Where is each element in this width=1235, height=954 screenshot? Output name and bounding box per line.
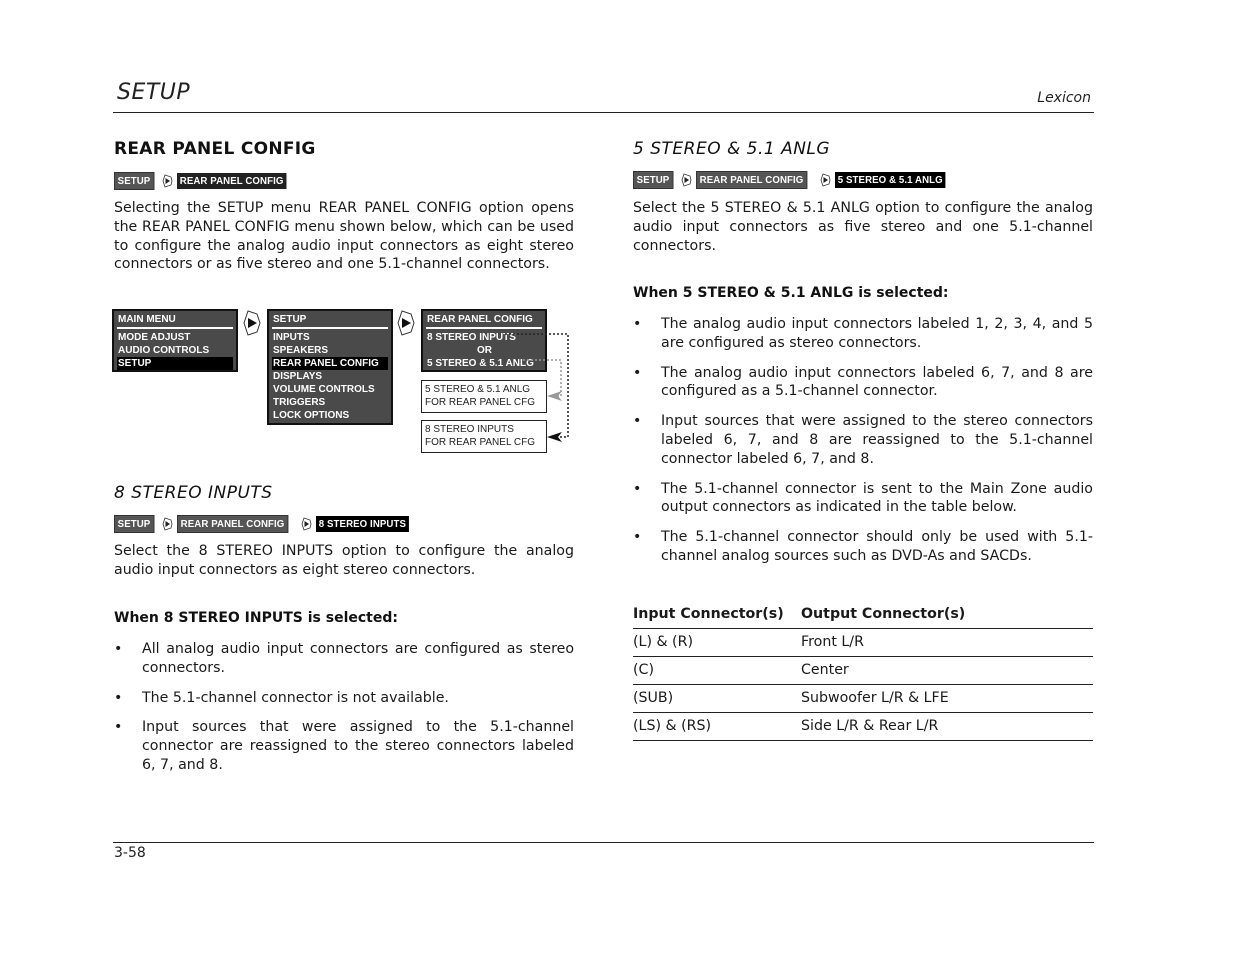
arrow-right-icon [681,173,691,187]
main-menu-screen: MAIN MENU MODE ADJUST AUDIO CONTROLS SET… [112,309,238,372]
menu-item-audio-controls: AUDIO CONTROLS [118,345,210,356]
arrowhead-icon [547,391,562,401]
breadcrumb-chip-8-stereo-inputs: 8 STEREO INPUTS [316,516,410,532]
arrow-right-icon [162,174,172,188]
table-cell-output: Subwoofer L/R & LFE [801,684,1093,713]
menu-item-displays: DISPLAYS [273,371,323,382]
menu-title-rule [272,327,388,329]
setup-menu-screen: SETUP INPUTS SPEAKERS REAR PANEL CONFIG … [267,309,393,425]
select-arrow-icon [243,310,261,336]
breadcrumb-chip-rear-panel-config: REAR PANEL CONFIG [176,515,288,533]
list-item-text: Input sources that were assigned to the … [661,413,1093,467]
main-menu-title: MAIN MENU [118,314,176,325]
breadcrumb-chip-5-stereo-5-1-anlg: 5 STEREO & 5.1 ANLG [835,172,946,188]
list-item: • All analog audio input connectors are c… [114,640,574,678]
breadcrumb-chip-rear-panel-config: REAR PANEL CONFIG [176,173,286,189]
breadcrumb-rear-panel: SETUP REAR PANEL CONFIG [114,172,295,190]
bullet-icon: • [114,719,123,736]
connector-5-stereo [523,359,562,397]
eight-stereo-subheading: When 8 STEREO INPUTS is selected: [114,610,398,626]
five-stereo-description: Select the 5 STEREO & 5.1 ANLG option to… [633,200,1093,254]
list-item: • The analog audio input connectors label… [633,364,1093,402]
list-item: • The analog audio input connectors label… [633,315,1093,353]
breadcrumb-8-stereo: SETUP REAR PANEL CONFIG 8 STEREO INPUTS [114,515,417,533]
bullet-icon: • [114,689,123,706]
menu-item-speakers: SPEAKERS [273,345,329,356]
list-item-text: The 5.1-channel connector is sent to the… [661,480,1093,516]
breadcrumb-chip-setup: SETUP [114,515,155,533]
list-item: • The 5.1-channel connector is sent to th… [633,480,1093,518]
list-item-text: The analog audio input connectors labele… [661,364,1093,400]
page-section-title: SETUP [117,80,191,105]
flow-connectors [505,333,569,442]
column-header-input: Input Connector(s) [633,606,801,629]
menu-item-inputs: INPUTS [273,332,310,343]
list-item-text: The 5.1-channel connector is not availab… [142,689,449,706]
table-row: (SUB) Subwoofer L/R & LFE [633,684,1093,713]
page-number: 3-58 [114,845,146,861]
arrow-right-icon [301,517,312,531]
breadcrumb-chip-setup: SETUP [114,172,155,190]
setup-menu-title: SETUP [273,314,307,325]
list-item: • The 5.1-channel connector is not availa… [114,689,574,708]
bullet-icon: • [633,480,642,497]
list-item: • The 5.1-channel connector should only b… [633,528,1093,566]
table-row: (L) & (R) Front L/R [633,628,1093,657]
header-divider [113,112,1094,113]
table-cell-input: (LS) & (RS) [633,712,801,741]
breadcrumb-5-stereo: SETUP REAR PANEL CONFIG 5 STEREO & 5.1 A… [633,171,955,189]
connector-8-stereo [505,333,569,438]
menu-item-rear-panel-config-selected: REAR PANEL CONFIG [272,357,388,370]
list-item-text: The 5.1-channel connector should only be… [661,529,1093,564]
table-cell-input: (L) & (R) [633,628,801,657]
select-arrow-icon [397,310,415,336]
list-item: • Input sources that were assigned to the… [114,718,574,774]
table-row: (C) Center [633,656,1093,685]
bullet-icon: • [633,364,642,381]
breadcrumb-chip-rear-panel-config: REAR PANEL CONFIG [695,171,807,189]
five-stereo-heading: 5 STEREO & 5.1 ANLG [633,139,831,159]
rear-panel-config-heading: REAR PANEL CONFIG [114,139,316,159]
menu-item-volume-controls: VOLUME CONTROLS [273,384,375,395]
eight-stereo-bullet-list: • All analog audio input connectors are c… [114,640,574,786]
footer-divider [113,842,1094,843]
list-item-text: Input sources that were assigned to the … [142,719,574,773]
arrow-right-icon [162,517,172,531]
bullet-icon: • [633,529,642,546]
menu-item-mode-adjust: MODE ADJUST [118,332,191,343]
table-cell-input: (SUB) [633,684,801,713]
connector-mapping-table: Input Connector(s) Output Connector(s) (… [633,606,1093,741]
list-item: • Input sources that were assigned to the… [633,412,1093,468]
table-row: (LS) & (RS) Side L/R & Rear L/R [633,712,1093,741]
table-header-row: Input Connector(s) Output Connector(s) [633,606,1093,629]
menu-item-triggers: TRIGGERS [273,397,326,408]
list-item-text: The analog audio input connectors labele… [661,316,1093,351]
table-cell-output: Side L/R & Rear L/R [801,712,1093,741]
menu-title-rule [117,327,233,329]
menu-item-setup-selected: SETUP [117,357,233,370]
bullet-icon: • [114,641,123,657]
eight-stereo-heading: 8 STEREO INPUTS [114,483,273,503]
rear-panel-description: Selecting the SETUP menu REAR PANEL CONF… [114,200,574,273]
column-header-output: Output Connector(s) [801,606,1093,629]
arrowhead-icon [547,432,562,442]
arrow-right-icon [820,173,831,187]
list-item-text: All analog audio input connectors are co… [142,641,574,676]
table-cell-input: (C) [633,656,801,685]
bullet-icon: • [633,316,642,332]
five-stereo-bullet-list: • The analog audio input connectors label… [633,315,1093,577]
eight-stereo-description: Select the 8 STEREO INPUTS option to con… [114,543,574,578]
breadcrumb-chip-setup: SETUP [633,171,674,189]
five-stereo-subheading: When 5 STEREO & 5.1 ANLG is selected: [633,285,949,301]
table-cell-output: Center [801,656,1093,685]
brand-name: Lexicon [1037,90,1091,106]
table-cell-output: Front L/R [801,628,1093,657]
menu-item-lock-options: LOCK OPTIONS [273,410,350,421]
bullet-icon: • [633,413,642,430]
